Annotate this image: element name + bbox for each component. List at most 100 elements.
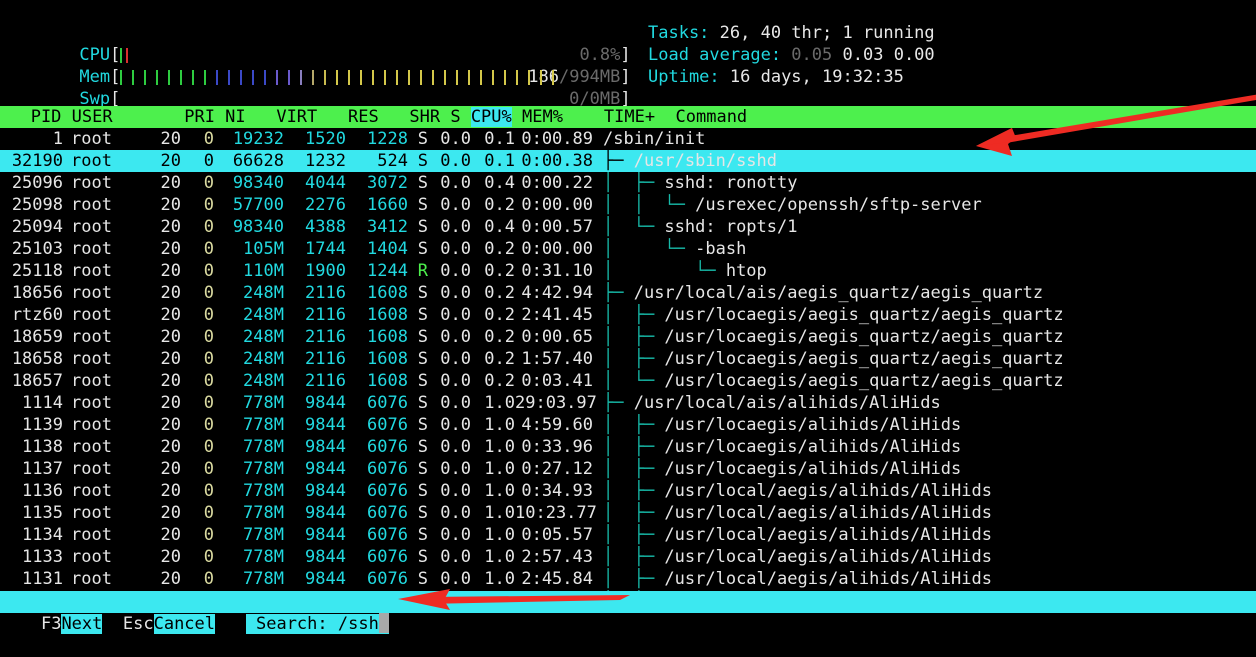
process-shr: 6076 <box>346 546 408 568</box>
process-mem-percent: 1.0 <box>471 436 515 458</box>
process-priority: 20 <box>127 370 181 392</box>
process-row[interactable]: 25098root2005770022761660S0.00.20:00.00│… <box>0 194 1256 216</box>
process-tree-branch-icon: │ ├─ <box>603 481 664 501</box>
process-shr: 1660 <box>346 194 408 216</box>
search-field[interactable]: Search: /ssh <box>246 614 389 634</box>
process-virt: 778M <box>214 502 284 524</box>
process-pid: 32190 <box>0 150 63 172</box>
process-command-cell: │ └─ -bash <box>603 238 746 260</box>
process-cpu-percent: 0.0 <box>428 458 471 480</box>
process-priority: 20 <box>127 282 181 304</box>
function-key-bar[interactable]: F3Next EscCancel Search: /ssh <box>0 591 1256 613</box>
process-time: 0:31.10 <box>515 260 593 282</box>
mem-meter-row: Mem[186/994MB] <box>18 44 631 66</box>
tasks-value: 26, 40 thr; 1 running <box>720 23 935 43</box>
process-command-text: -bash <box>695 239 746 259</box>
process-state: S <box>408 370 428 392</box>
process-shr: 6076 <box>346 480 408 502</box>
process-mem-percent: 0.2 <box>471 260 515 282</box>
column-header-cpu-sorted[interactable]: CPU% <box>471 107 512 127</box>
process-res: 9844 <box>284 546 346 568</box>
f3-key[interactable]: F3 <box>41 614 61 634</box>
esc-key[interactable]: Esc <box>123 614 154 634</box>
process-command-text: /usr/locaegis/alihids/AliHids <box>664 459 961 479</box>
process-command-cell: ├─ /usr/local/ais/aegis_quartz/aegis_qua… <box>603 282 1043 304</box>
process-command-text: htop <box>726 261 767 281</box>
process-row[interactable]: 1137root200778M98446076S0.01.00:27.12│ ├… <box>0 458 1256 480</box>
process-state: S <box>408 458 428 480</box>
process-command-cell: │ ├─ /usr/locaegis/alihids/AliHids <box>603 436 961 458</box>
uptime-value: 16 days, 19:32:35 <box>730 67 904 87</box>
process-nice: 0 <box>181 414 214 436</box>
process-user: root <box>63 238 127 260</box>
process-priority: 20 <box>127 458 181 480</box>
f3-next-button[interactable]: Next <box>61 614 102 634</box>
uptime-label: Uptime: <box>648 67 730 87</box>
process-nice: 0 <box>181 480 214 502</box>
process-command-cell: ├─ /usr/local/ais/alihids/AliHids <box>603 392 941 414</box>
process-row[interactable]: 18656root200248M21161608S0.00.24:42.94├─… <box>0 282 1256 304</box>
process-row[interactable]: 1114root200778M98446076S0.01.029:03.97├─… <box>0 392 1256 414</box>
process-row[interactable]: 25118root200110M19001244R0.00.20:31.10│ … <box>0 260 1256 282</box>
process-command-cell: /sbin/init <box>603 128 705 150</box>
process-nice: 0 <box>181 238 214 260</box>
process-row[interactable]: 25103root200105M17441404S0.00.20:00.00│ … <box>0 238 1256 260</box>
process-table-header[interactable]: PID USER PRI NI VIRT RES SHR S CPU% MEM%… <box>0 106 1256 128</box>
process-tree-branch-icon: │ ├─ <box>603 547 664 567</box>
process-tree-branch-icon: │ ├─ <box>603 173 664 193</box>
process-pid: 25098 <box>0 194 63 216</box>
process-nice: 0 <box>181 436 214 458</box>
process-user: root <box>63 326 127 348</box>
search-input[interactable]: /ssh <box>338 614 379 634</box>
process-row[interactable]: 1139root200778M98446076S0.01.04:59.60│ ├… <box>0 414 1256 436</box>
process-virt: 19232 <box>214 128 284 150</box>
process-user: root <box>63 282 127 304</box>
process-virt: 57700 <box>214 194 284 216</box>
process-row[interactable]: 25094root2009834043883412S0.00.40:00.57│… <box>0 216 1256 238</box>
process-shr: 6076 <box>346 502 408 524</box>
process-row[interactable]: 1134root200778M98446076S0.01.00:05.57│ ├… <box>0 524 1256 546</box>
process-priority: 20 <box>127 392 181 414</box>
process-virt: 248M <box>214 282 284 304</box>
uptime-row: Uptime: 16 days, 19:32:35 <box>648 66 904 88</box>
process-command-text: /usr/locaegis/aegis_quartz/aegis_quartz <box>664 305 1063 325</box>
process-state: S <box>408 128 428 150</box>
process-row[interactable]: rtz60root200248M21161608S0.00.22:41.45│ … <box>0 304 1256 326</box>
process-row[interactable]: 1root2001923215201228S0.00.10:00.89/sbin… <box>0 128 1256 150</box>
process-cpu-percent: 0.0 <box>428 172 471 194</box>
process-tree-branch-icon: │ ├─ <box>603 503 664 523</box>
process-tree-branch-icon: │ ├─ <box>603 459 664 479</box>
process-row[interactable]: 1138root200778M98446076S0.01.00:33.96│ ├… <box>0 436 1256 458</box>
process-row[interactable]: 18657root200248M21161608S0.00.20:03.41│ … <box>0 370 1256 392</box>
process-mem-percent: 0.4 <box>471 216 515 238</box>
process-user: root <box>63 546 127 568</box>
process-tree-branch-icon: │ ├─ <box>603 349 664 369</box>
process-cpu-percent: 0.0 <box>428 128 471 150</box>
process-nice: 0 <box>181 458 214 480</box>
process-command-text: /usr/locaegis/aegis_quartz/aegis_quartz <box>664 349 1063 369</box>
process-row[interactable]: 1135root200778M98446076S0.01.010:23.77│ … <box>0 502 1256 524</box>
process-row[interactable]: 1136root200778M98446076S0.01.00:34.93│ ├… <box>0 480 1256 502</box>
process-time: 4:42.94 <box>515 282 593 304</box>
process-res: 2116 <box>284 370 346 392</box>
process-command-text: /usr/locaegis/aegis_quartz/aegis_quartz <box>664 371 1063 391</box>
process-res: 9844 <box>284 436 346 458</box>
process-res: 9844 <box>284 458 346 480</box>
footer-gap-1 <box>102 613 122 635</box>
process-row[interactable]: 18658root200248M21161608S0.00.21:57.40│ … <box>0 348 1256 370</box>
process-shr: 524 <box>346 150 408 172</box>
process-row[interactable]: 32190root200666281232524S0.00.10:00.38├─… <box>0 150 1256 172</box>
process-row[interactable]: 1133root200778M98446076S0.01.02:57.43│ ├… <box>0 546 1256 568</box>
process-row[interactable]: 25096root2009834040443072S0.00.40:00.22│… <box>0 172 1256 194</box>
process-nice: 0 <box>181 326 214 348</box>
process-mem-percent: 1.0 <box>471 546 515 568</box>
process-row[interactable]: 1131root200778M98446076S0.01.02:45.84│ ├… <box>0 568 1256 590</box>
process-command-cell: │ ├─ sshd: ronotty <box>603 172 797 194</box>
esc-cancel-button[interactable]: Cancel <box>154 614 215 634</box>
process-pid: 1137 <box>0 458 63 480</box>
process-user: root <box>63 304 127 326</box>
process-mem-percent: 0.2 <box>471 194 515 216</box>
process-row[interactable]: 18659root200248M21161608S0.00.20:00.65│ … <box>0 326 1256 348</box>
process-table-body[interactable]: 1root2001923215201228S0.00.10:00.89/sbin… <box>0 128 1256 612</box>
process-shr: 6076 <box>346 568 408 590</box>
